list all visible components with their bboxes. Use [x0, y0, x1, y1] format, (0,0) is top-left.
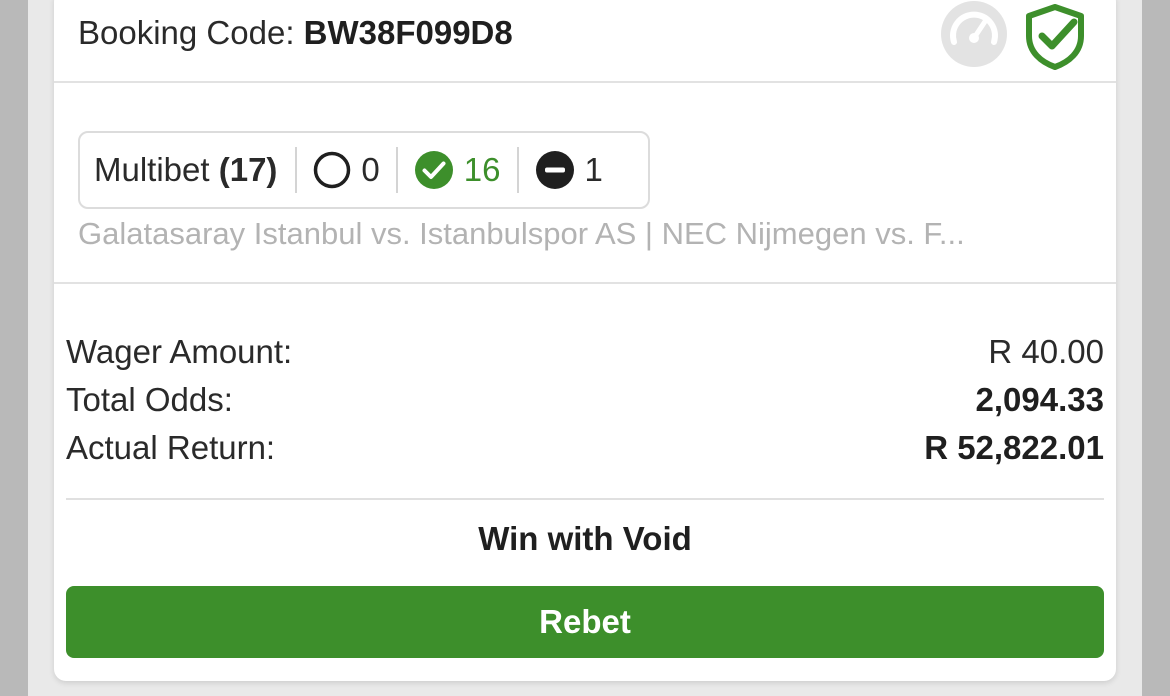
shield-check-icon[interactable] — [1024, 4, 1086, 70]
multibet-summary[interactable]: Multibet (17) 0 16 1 — [78, 131, 650, 209]
wager-value: R 40.00 — [988, 333, 1104, 370]
void-legs-count: 1 — [584, 151, 603, 188]
bet-card-header: Booking Code: BW38F099D8 — [54, 0, 1116, 83]
multibet-leg-count: (17) — [218, 151, 278, 188]
odds-value: 2,094.33 — [975, 381, 1104, 418]
background-right-edge — [1142, 0, 1170, 696]
multibet-label: Multibet (17) — [94, 151, 278, 188]
won-legs-stat: 16 — [398, 133, 517, 207]
bet-status: Win with Void — [478, 520, 692, 557]
background-left-edge — [0, 0, 28, 696]
odds-row: Total Odds: 2,094.33 — [66, 376, 1104, 424]
open-legs-count: 0 — [361, 151, 380, 188]
open-circle-icon — [314, 151, 351, 189]
open-legs-stat: 0 — [297, 133, 395, 207]
totals-section: Wager Amount: R 40.00 Total Odds: 2,094.… — [66, 328, 1104, 472]
divider — [66, 498, 1104, 500]
check-circle-icon — [414, 151, 453, 189]
speedometer-icon[interactable] — [940, 0, 1008, 68]
wager-label: Wager Amount: — [66, 333, 293, 370]
return-row: Actual Return: R 52,822.01 — [66, 424, 1104, 472]
events-summary: Galatasaray Istanbul vs. Istanbulspor AS… — [78, 216, 965, 251]
divider — [54, 282, 1116, 284]
void-legs-stat: 1 — [519, 133, 619, 207]
booking-code-value[interactable]: BW38F099D8 — [304, 14, 513, 51]
odds-label: Total Odds: — [66, 381, 233, 418]
wager-row: Wager Amount: R 40.00 — [66, 328, 1104, 376]
booking-code-label: Booking Code: — [78, 14, 295, 51]
won-legs-count: 16 — [463, 151, 501, 188]
rebet-button[interactable]: Rebet — [66, 586, 1104, 658]
bet-card[interactable]: Booking Code: BW38F099D8 Multibet (17) 0 — [54, 0, 1116, 681]
return-value: R 52,822.01 — [924, 429, 1104, 466]
booking-code: Booking Code: BW38F099D8 — [78, 14, 513, 52]
minus-circle-icon — [535, 151, 574, 189]
return-label: Actual Return: — [66, 429, 276, 466]
